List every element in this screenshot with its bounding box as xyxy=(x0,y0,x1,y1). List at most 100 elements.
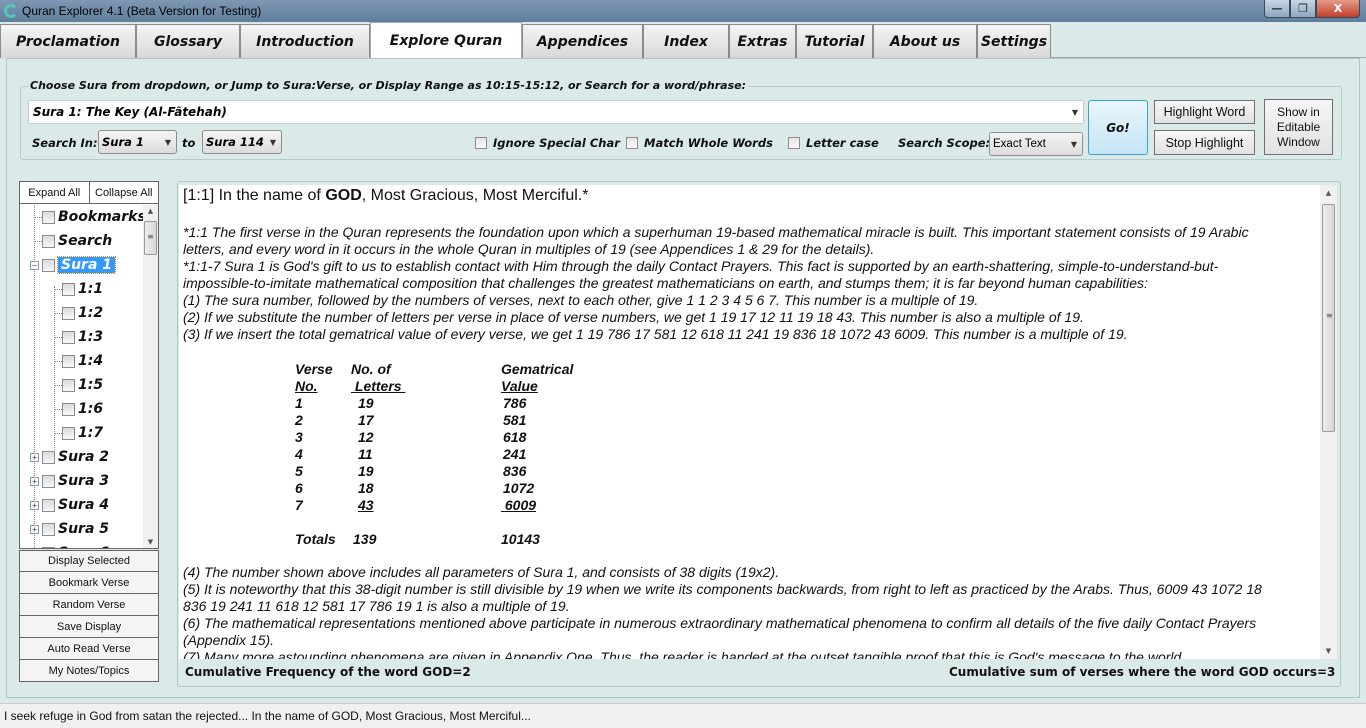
tree-node-sura-3[interactable]: Sura 3 xyxy=(42,470,109,492)
footnote-line: (5) It is noteworthy that this 38-digit … xyxy=(183,581,1262,597)
checkbox-box[interactable] xyxy=(626,137,638,149)
collapse-icon[interactable]: – xyxy=(30,261,39,270)
match-whole-words-label: Match Whole Words xyxy=(644,136,773,150)
collapse-all-button[interactable]: Collapse All xyxy=(90,182,159,203)
tree-scroll-thumb[interactable]: ≡ xyxy=(144,221,157,255)
tab-settings[interactable]: Settings xyxy=(977,24,1051,58)
table-header-row: Verse No. of Gematrical xyxy=(295,361,601,378)
scroll-down-icon[interactable]: ▼ xyxy=(1320,647,1337,655)
expand-icon[interactable]: + xyxy=(30,525,39,534)
checkbox-box[interactable] xyxy=(475,137,487,149)
table-cell: 1 xyxy=(295,395,303,411)
search-from-dropdown[interactable]: Sura 1 ▼ xyxy=(98,130,177,154)
tree-node-verse-1-3[interactable]: 1:3 xyxy=(62,326,103,348)
save-display-button[interactable]: Save Display xyxy=(19,616,159,638)
close-button[interactable]: X xyxy=(1316,0,1360,18)
word-frequency-stat: Cumulative Frequency of the word GOD=2 xyxy=(185,665,471,679)
table-cell: 6 xyxy=(295,480,303,496)
tree-checkbox[interactable] xyxy=(62,306,75,320)
tree-checkbox[interactable] xyxy=(62,282,75,296)
tree-checkbox[interactable] xyxy=(42,498,55,512)
search-scope-label: Search Scope: xyxy=(898,136,991,150)
tab-glossary[interactable]: Glossary xyxy=(136,24,240,58)
auto-read-verse-button[interactable]: Auto Read Verse xyxy=(19,638,159,660)
tree-node-verse-1-1[interactable]: 1:1 xyxy=(62,278,103,300)
table-cell: Totals xyxy=(295,531,336,547)
verse-text: [1:1] In the name of GOD, Most Gracious,… xyxy=(183,187,588,205)
letter-case-checkbox[interactable]: Letter case xyxy=(788,136,879,150)
random-verse-button[interactable]: Random Verse xyxy=(19,594,159,616)
tree-node-verse-1-7[interactable]: 1:7 xyxy=(62,422,103,444)
tree-node-verse-1-5[interactable]: 1:5 xyxy=(62,374,103,396)
tree-checkbox[interactable] xyxy=(62,330,75,344)
expand-icon[interactable]: + xyxy=(30,501,39,510)
content-scrollbar[interactable]: ▲ ≡ ▼ xyxy=(1320,185,1337,659)
minimize-button[interactable]: — xyxy=(1264,0,1290,18)
verse-rest: , Most Gracious, Most Merciful.* xyxy=(361,187,589,204)
tree-checkbox[interactable] xyxy=(42,210,55,224)
verse-display[interactable]: [1:1] In the name of GOD, Most Gracious,… xyxy=(179,185,1320,659)
scroll-up-icon[interactable]: ▲ xyxy=(143,207,158,215)
tab-index[interactable]: Index xyxy=(643,24,729,58)
go-button[interactable]: Go! xyxy=(1088,100,1148,155)
tab-proclamation[interactable]: Proclamation xyxy=(0,24,136,58)
tree-checkbox[interactable] xyxy=(62,378,75,392)
window-controls: — ❐ X xyxy=(1264,0,1360,18)
expand-icon[interactable]: + xyxy=(30,477,39,486)
tree-scrollbar[interactable]: ▲ ≡ ▼ xyxy=(143,205,158,548)
tab-appendices[interactable]: Appendices xyxy=(522,24,643,58)
footnote-line: letters, and every word in it occurs in … xyxy=(183,241,875,257)
table-cell: 11 xyxy=(358,446,373,462)
sura-combobox[interactable]: Sura 1: The Key (Al-Fãtehah) ▼ xyxy=(28,100,1084,124)
footnote-line: 836 19 241 11 618 12 581 17 786 19 1 is … xyxy=(183,598,570,614)
tree-checkbox[interactable] xyxy=(42,546,55,548)
expand-icon[interactable]: + xyxy=(30,453,39,462)
tab-extras[interactable]: Extras xyxy=(729,24,796,58)
tree-checkbox[interactable] xyxy=(42,234,55,248)
tree-node-verse-1-2[interactable]: 1:2 xyxy=(62,302,103,324)
content-scroll-thumb[interactable]: ≡ xyxy=(1322,204,1335,432)
tree-checkbox[interactable] xyxy=(42,522,55,536)
dropdown-arrow-icon: ▼ xyxy=(1071,107,1078,117)
tab-tutorial[interactable]: Tutorial xyxy=(796,24,873,58)
highlighted-word: GOD xyxy=(325,187,362,204)
tab-explore-quran[interactable]: Explore Quran xyxy=(370,22,522,58)
display-selected-button[interactable]: Display Selected xyxy=(19,550,159,572)
tree-line xyxy=(34,241,42,242)
ignore-special-char-checkbox[interactable]: Ignore Special Char xyxy=(475,136,620,150)
table-row: 4 11 241 xyxy=(295,446,601,463)
checkbox-box[interactable] xyxy=(788,137,800,149)
highlight-word-button[interactable]: Highlight Word xyxy=(1154,100,1255,124)
tree-node-verse-1-4[interactable]: 1:4 xyxy=(62,350,103,372)
table-row: 5 19 836 xyxy=(295,463,601,480)
tab-introduction[interactable]: Introduction xyxy=(240,24,370,58)
tree-checkbox[interactable] xyxy=(62,426,75,440)
tree-node-bookmarks[interactable]: Bookmarks xyxy=(42,206,144,228)
expand-all-button[interactable]: Expand All xyxy=(20,182,90,203)
tree-checkbox[interactable] xyxy=(42,450,55,464)
tab-about-us[interactable]: About us xyxy=(873,24,977,58)
tree-node-sura-2[interactable]: Sura 2 xyxy=(42,446,109,468)
my-notes-topics-button[interactable]: My Notes/Topics xyxy=(19,660,159,682)
tree-checkbox[interactable] xyxy=(42,258,55,272)
search-to-dropdown[interactable]: Sura 114 ▼ xyxy=(202,130,282,154)
table-cell: 12 xyxy=(358,429,374,445)
tree-node-verse-1-6[interactable]: 1:6 xyxy=(62,398,103,420)
tree-node-sura-1[interactable]: Sura 1 xyxy=(42,254,117,276)
tree-checkbox[interactable] xyxy=(62,402,75,416)
tree-node-sura-4[interactable]: Sura 4 xyxy=(42,494,109,516)
restore-button[interactable]: ❐ xyxy=(1290,0,1316,18)
search-scope-dropdown[interactable]: Exact Text ▼ xyxy=(989,132,1083,156)
tree-node-search[interactable]: Search xyxy=(42,230,112,252)
tree-checkbox[interactable] xyxy=(42,474,55,488)
bookmark-verse-button[interactable]: Bookmark Verse xyxy=(19,572,159,594)
tree-node-sura-5[interactable]: Sura 5 xyxy=(42,518,109,540)
window-title: Quran Explorer 4.1 (Beta Version for Tes… xyxy=(22,4,262,18)
tree-node-sura-6[interactable]: Sura 6 xyxy=(42,542,109,548)
scroll-down-icon[interactable]: ▼ xyxy=(143,538,158,546)
scroll-up-icon[interactable]: ▲ xyxy=(1320,189,1337,197)
show-editable-window-button[interactable]: Show in Editable Window xyxy=(1264,99,1333,155)
match-whole-words-checkbox[interactable]: Match Whole Words xyxy=(626,136,773,150)
tree-checkbox[interactable] xyxy=(62,354,75,368)
stop-highlight-button[interactable]: Stop Highlight xyxy=(1154,130,1255,155)
